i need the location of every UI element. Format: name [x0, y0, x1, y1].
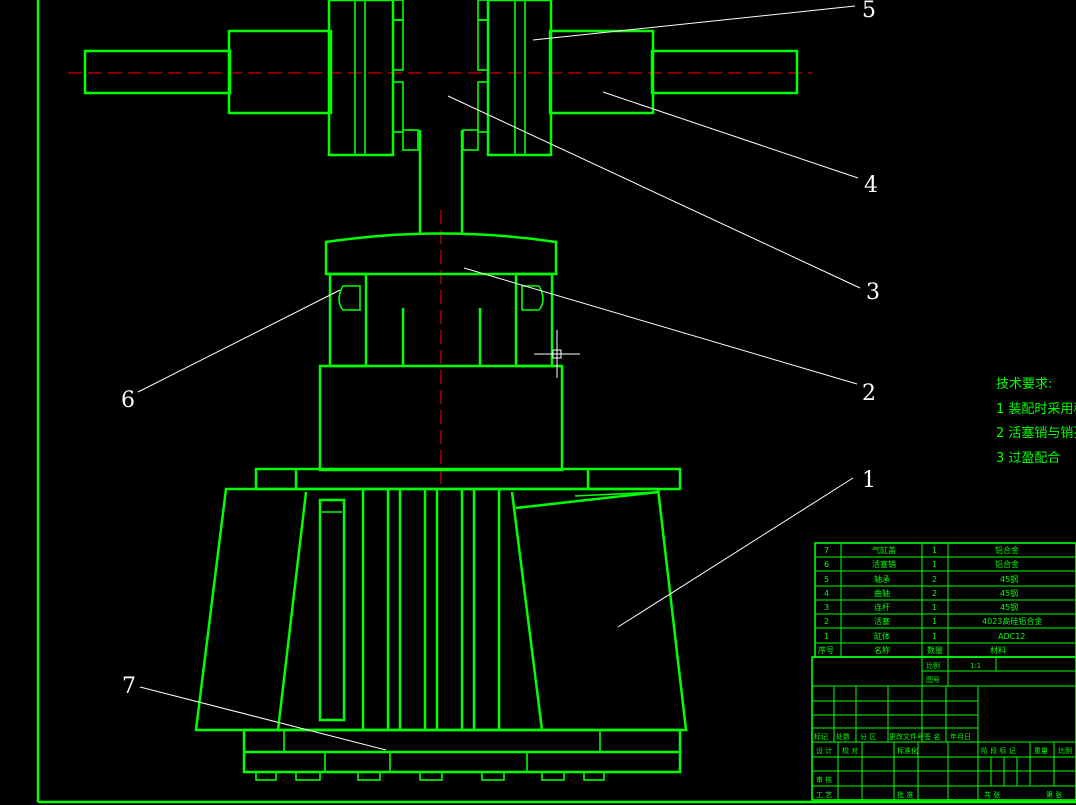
bom-row-3-qty: 1: [932, 603, 937, 612]
review-label: 审 核: [816, 775, 832, 784]
bom-table: 7 气缸盖 1 铝合金 6 活塞销 1 铝合金 5 轴承 2 45钢 4 曲轴 …: [814, 542, 1076, 658]
approve-label: 批 准: [897, 790, 913, 799]
bom-row-6-name: 活塞销: [872, 559, 896, 569]
rev-header-mark: 标记: [814, 732, 828, 741]
crankshaft-assembly: [83, 0, 799, 235]
bom-header-qty: 数量: [927, 645, 943, 655]
balloon-7: 7: [122, 674, 136, 699]
proofread-label: 校 对: [842, 746, 858, 755]
total-sheets-label: 共 张: [984, 790, 1000, 799]
cylinder-body: [194, 487, 688, 732]
scale-label: 比例: [926, 661, 940, 670]
bom-row-1-name: 缸体: [874, 631, 890, 641]
stage-mark-label: 阶 段 标 记: [981, 746, 1016, 755]
bom-row-4-material: 45钢: [1000, 588, 1018, 598]
balloon-4: 4: [864, 173, 878, 198]
drawing-number-label: 图号: [926, 676, 940, 684]
bom-row-5-qty: 2: [932, 575, 937, 584]
cylinder-head: [254, 364, 682, 491]
assembly-drawing: 5 4 3 2 1 6 7 技术要求: 1 装配时采用移 2 活塞销与销孔 3 …: [36, 0, 1076, 804]
drawing-frame: [36, 0, 1076, 804]
bom-row-1-material: ADC12: [998, 632, 1025, 641]
requirement-item-3: 3 过盈配合: [996, 451, 1060, 466]
design-label: 设 计: [816, 746, 832, 755]
balloon-2: 2: [862, 381, 876, 406]
weight-label: 重量: [1034, 747, 1048, 755]
rev-header-date: 年月日: [950, 732, 971, 741]
bom-row-2-name: 活塞: [874, 616, 890, 626]
bom-row-4-no: 4: [824, 589, 829, 598]
process-label: 工 艺: [816, 791, 832, 799]
balloon-1: 1: [862, 468, 876, 493]
bom-row-7-material: 铝合金: [995, 545, 1019, 555]
requirements-title: 技术要求:: [996, 377, 1052, 392]
bom-row-5-no: 5: [824, 575, 829, 584]
rev-header-change-doc: 更改文件号: [889, 732, 924, 741]
bom-row-7-no: 7: [824, 546, 829, 555]
bom-row-6-material: 铝合金: [995, 559, 1019, 569]
bom-row-2-no: 2: [824, 617, 829, 626]
title-block: 比例 1:1 图号 标记 处数 分 区 更改文件号 签 名 年月日 设 计 校 …: [811, 656, 1076, 801]
balloon-5: 5: [862, 0, 876, 23]
scale2-label: 比例: [1058, 746, 1072, 755]
bom-row-7-name: 气缸盖: [872, 545, 896, 555]
bom-row-2-qty: 1: [932, 617, 937, 626]
bom-row-3-name: 连杆: [874, 602, 890, 612]
balloon-3: 3: [866, 280, 880, 305]
bom-row-3-no: 3: [824, 603, 829, 612]
bom-row-5-name: 轴承: [874, 574, 890, 584]
bom-row-2-material: 4023高硅铝合金: [982, 616, 1042, 626]
bom-row-6-qty: 1: [932, 560, 937, 569]
requirement-item-1: 1 装配时采用移: [996, 402, 1076, 417]
bom-row-5-material: 45钢: [1000, 574, 1018, 584]
sheet-number-label: 第 张: [1046, 790, 1062, 799]
rev-header-sign: 签 名: [924, 732, 940, 741]
bom-row-3-material: 45钢: [1000, 602, 1018, 612]
center-lines: [68, 72, 812, 490]
bom-row-6-no: 6: [824, 560, 829, 569]
balloon-6: 6: [121, 388, 135, 413]
bom-header-no: 序号: [818, 645, 834, 655]
requirement-item-2: 2 活塞销与销孔: [996, 425, 1076, 441]
cylinder-base: [242, 728, 682, 781]
bom-header-material: 材料: [990, 645, 1006, 655]
standardize-label: 标准化: [897, 746, 918, 755]
scale-value: 1:1: [970, 662, 981, 670]
bom-row-4-name: 曲轴: [874, 588, 890, 598]
technical-requirements: 技术要求: 1 装配时采用移 2 活塞销与销孔 3 过盈配合: [996, 377, 1076, 466]
bom-row-4-qty: 2: [932, 589, 937, 598]
bom-row-7-qty: 1: [932, 546, 937, 555]
bom-header-name: 名称: [874, 645, 890, 655]
rev-header-count: 处数: [836, 732, 850, 741]
bom-row-1-no: 1: [824, 632, 829, 641]
bom-row-1-qty: 1: [932, 632, 937, 641]
cad-cursor: [534, 330, 580, 378]
rev-header-zone: 分 区: [860, 732, 876, 741]
